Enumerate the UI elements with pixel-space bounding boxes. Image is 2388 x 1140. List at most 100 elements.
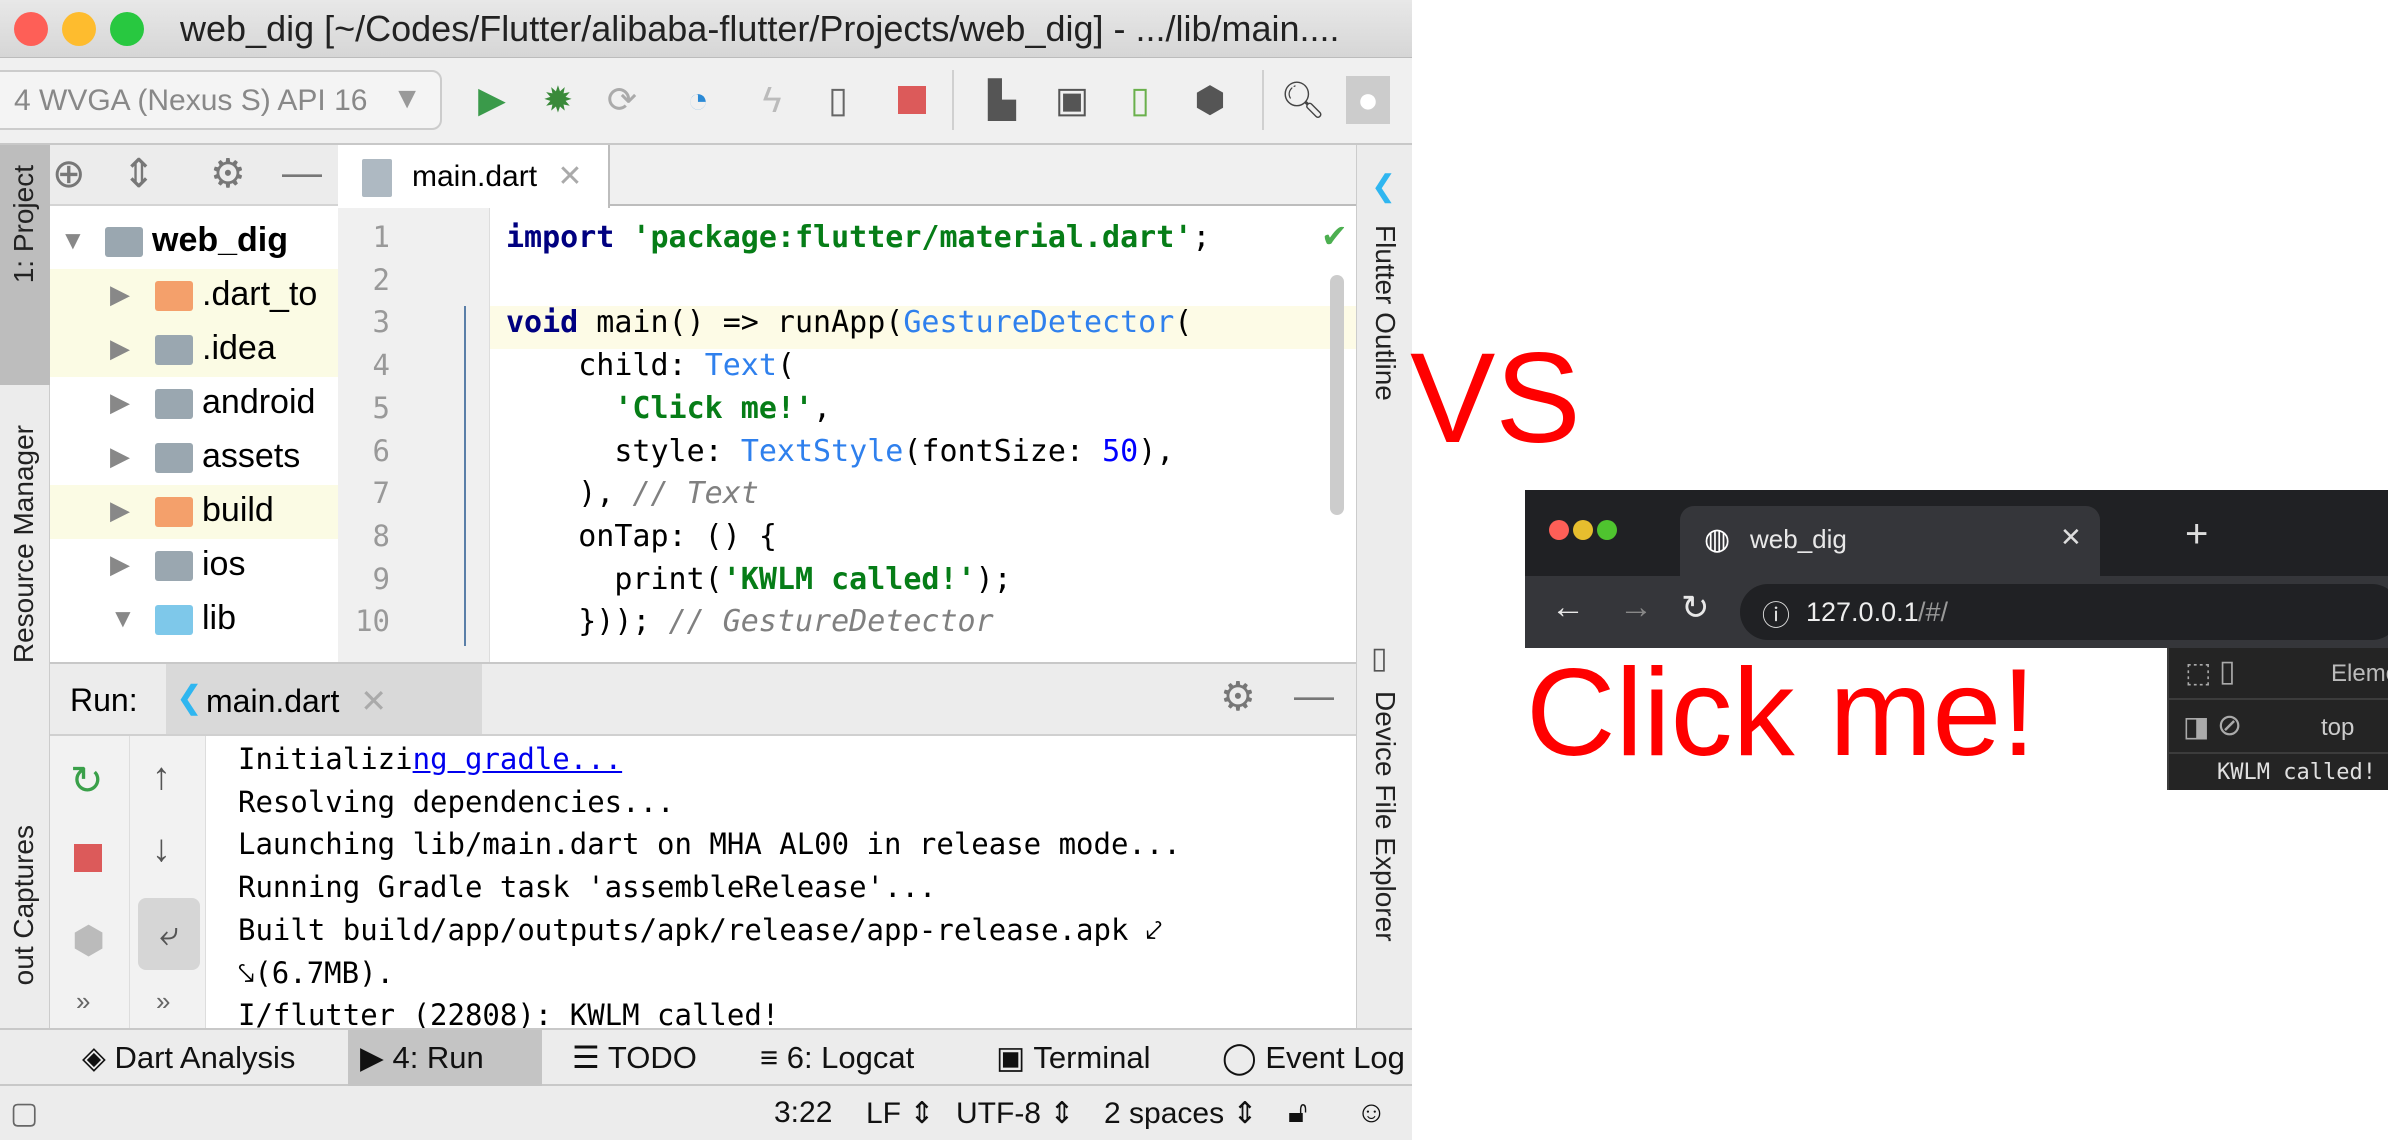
device-toolbar-icon[interactable]: ▯ [2219, 654, 2236, 689]
reload-icon[interactable]: ↻ [1681, 588, 1710, 628]
clear-console-icon[interactable]: ⊘ [2217, 708, 2242, 743]
sidebar-toggle-icon[interactable]: ◨ [2183, 710, 2209, 743]
stop-icon[interactable] [74, 844, 102, 872]
hide-icon[interactable]: — [1294, 674, 1334, 719]
more-icon[interactable]: » [156, 986, 170, 1017]
forward-icon[interactable]: → [1619, 588, 1653, 627]
tool-terminal[interactable]: ▣ Terminal [984, 1030, 1163, 1086]
collapse-arrow-icon[interactable]: ▶ [110, 387, 130, 418]
toggle-tool-windows-icon[interactable]: ▢ [10, 1096, 38, 1131]
code-line[interactable]: style: TextStyle(fontSize: 50), [506, 434, 1174, 469]
gear-icon[interactable]: ⚙ [210, 151, 246, 197]
output-link[interactable]: ng gradle... [413, 742, 623, 776]
user-icon[interactable]: ● [1346, 76, 1390, 124]
maximize-window-button[interactable] [110, 12, 144, 46]
todo-icon: ☰ [572, 1040, 608, 1075]
caret-position[interactable]: 3:22 [774, 1096, 832, 1130]
new-tab-button[interactable]: + [2185, 512, 2208, 557]
resource-manager-tab[interactable]: Resource Manager [8, 425, 40, 663]
tool-event-log[interactable]: ◯ Event Log [1210, 1030, 1417, 1086]
hot-reload-icon[interactable]: ϟ [750, 76, 794, 124]
run-icon[interactable]: ▶ [470, 76, 514, 124]
maximize-window-button[interactable] [1597, 520, 1617, 540]
collapse-arrow-icon[interactable]: ▶ [110, 279, 130, 310]
flutter-outline-tab[interactable]: Flutter Outline [1369, 225, 1401, 401]
device-file-explorer-tab[interactable]: Device File Explorer [1369, 691, 1401, 942]
tree-item[interactable]: ▼ web_dig [50, 215, 338, 269]
collapse-arrow-icon[interactable]: ▶ [110, 549, 130, 580]
tool-todo[interactable]: ☰ TODO [560, 1030, 709, 1086]
arrow-down-icon[interactable]: ↓ [152, 828, 171, 871]
indent-setting[interactable]: 2 spaces ⇕ [1104, 1096, 1258, 1131]
device-manager-icon[interactable]: ⬢ [1188, 76, 1232, 124]
code-line[interactable]: onTap: () { [506, 519, 777, 554]
attach-debugger-icon[interactable]: ⟳ [600, 76, 644, 124]
code-line[interactable]: import 'package:flutter/material.dart'; [506, 220, 1210, 255]
close-window-button[interactable] [14, 12, 48, 46]
editor-scrollbar[interactable] [1330, 275, 1344, 515]
close-window-button[interactable] [1549, 520, 1569, 540]
debug-icon[interactable]: ✹ [536, 76, 580, 124]
tree-item[interactable]: ▶ build [50, 485, 338, 539]
profile-icon[interactable]: ◔ [676, 76, 720, 124]
collapse-arrow-icon[interactable]: ▶ [110, 495, 130, 526]
stop-icon[interactable] [890, 76, 934, 124]
elements-tab[interactable]: Eleme [2331, 660, 2388, 688]
click-me-text[interactable]: Click me! [1526, 648, 2036, 778]
tree-item[interactable]: ▶ ios [50, 539, 338, 593]
expand-arrow-icon[interactable]: ▼ [110, 603, 136, 634]
lock-icon[interactable]: 🔓︎ [1288, 1096, 1307, 1130]
rerun-icon[interactable]: ↻ [70, 758, 104, 804]
tool-run[interactable]: ▶ 4: Run [348, 1030, 542, 1086]
run-tab-main-dart[interactable]: ❮ main.dart ✕ [166, 664, 482, 734]
back-icon[interactable]: ← [1551, 588, 1585, 627]
inspector-icon[interactable]: ☺ [1356, 1096, 1387, 1130]
tab-main-dart[interactable]: main.dart ✕ [338, 145, 610, 208]
tree-item[interactable]: ▼ lib [50, 593, 338, 647]
device-selector[interactable]: 4 WVGA (Nexus S) API 16 ▼ [0, 70, 442, 130]
soft-wrap-icon[interactable]: ⤶ [138, 898, 200, 970]
collapse-all-icon[interactable]: ⇕ [122, 151, 156, 197]
flutter-inspector-icon[interactable]: ▯ [816, 76, 860, 124]
search-icon[interactable]: 🔍︎ [1280, 76, 1326, 124]
tree-item[interactable]: ▶ android [50, 377, 338, 431]
project-structure-icon[interactable]: ▙ [980, 76, 1024, 124]
code-line[interactable]: child: Text( [506, 348, 795, 383]
project-tool-tab[interactable]: 1: Project [0, 145, 50, 385]
inspect-element-icon[interactable]: ⬚ [2185, 656, 2211, 689]
locate-icon[interactable]: ⊕ [52, 151, 86, 197]
close-tab-icon[interactable]: ✕ [360, 683, 387, 719]
code-line[interactable]: })); // GestureDetector [506, 604, 993, 639]
code-line[interactable]: ), // Text [506, 476, 759, 511]
more-icon[interactable]: » [76, 986, 90, 1017]
code-line[interactable]: print('KWLM called!'); [506, 562, 1011, 597]
code-token: // Text [632, 476, 759, 512]
sdk-manager-icon[interactable]: ▯ [1118, 76, 1162, 124]
tool-logcat[interactable]: ≡ 6: Logcat [748, 1030, 926, 1086]
tree-item[interactable]: ▶ assets [50, 431, 338, 485]
line-separator[interactable]: LF ⇕ [866, 1096, 934, 1131]
tool-dart-analysis[interactable]: ◈ Dart Analysis [70, 1030, 307, 1086]
close-tab-icon[interactable]: ✕ [2060, 522, 2082, 553]
tree-item[interactable]: ▶ .idea [50, 323, 338, 377]
file-encoding[interactable]: UTF-8 ⇕ [956, 1096, 1074, 1131]
code-line[interactable]: void main() => runApp(GestureDetector( [506, 305, 1192, 340]
close-tab-icon[interactable]: ✕ [557, 160, 582, 193]
project-panel-header: ⊕ ⇕ ⚙ — [50, 145, 338, 206]
code-line[interactable]: 'Click me!', [506, 391, 831, 426]
tree-item[interactable]: ▶ .dart_to [50, 269, 338, 323]
captures-tab[interactable]: out Captures [8, 825, 40, 985]
avd-manager-icon[interactable]: ▣ [1050, 76, 1094, 124]
context-selector[interactable]: top [2321, 714, 2354, 742]
arrow-up-icon[interactable]: ↑ [152, 756, 171, 799]
collapse-arrow-icon[interactable]: ▶ [110, 441, 130, 472]
url-input[interactable]: ⓘ 127.0.0.1/#/ [1740, 584, 2388, 640]
minimize-window-button[interactable] [62, 12, 96, 46]
gear-icon[interactable]: ⚙ [1220, 674, 1256, 720]
collapse-arrow-icon[interactable]: ▶ [110, 333, 130, 364]
browser-tab[interactable]: ◍ web_dig ✕ [1680, 506, 2100, 576]
restore-layout-icon[interactable]: ⬢ [72, 918, 105, 963]
expand-arrow-icon[interactable]: ▼ [60, 225, 86, 256]
hide-icon[interactable]: — [282, 151, 322, 196]
minimize-window-button[interactable] [1573, 520, 1593, 540]
